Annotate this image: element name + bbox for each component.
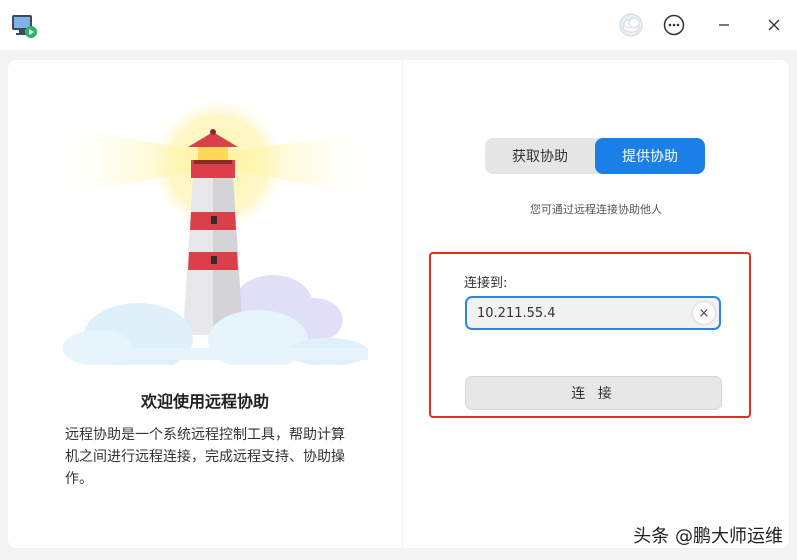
connect-button[interactable]: 连 接 [465,376,722,410]
assist-hint: 您可通过远程连接协助他人 [530,203,662,216]
remote-assistance-app-icon [12,15,37,38]
lighthouse-illustration [48,95,383,365]
title-bar [0,0,797,50]
clear-icon[interactable]: × [693,302,715,324]
watermark: 头条 @鹏大师运维 [633,526,783,547]
more-menu-icon[interactable] [659,10,689,40]
welcome-panel: 欢迎使用远程协助 远程协助是一个系统远程控制工具，帮助计算机之间进行远程连接，完… [8,60,402,548]
ip-address-field[interactable]: × [465,296,721,330]
assist-panel: 获取协助 提供协助 您可通过远程连接协助他人 连接到: × 连 接 [403,60,789,548]
assist-mode-tabs: 获取协助 提供协助 [485,138,705,174]
ip-address-input[interactable] [477,298,677,328]
connect-to-label: 连接到: [464,276,508,291]
tab-get-assistance[interactable]: 获取协助 [485,138,595,174]
cloud-avatar-icon[interactable] [616,10,646,40]
close-icon[interactable] [759,10,789,40]
welcome-description: 远程协助是一个系统远程控制工具，帮助计算机之间进行远程连接，完成远程支持、协助操… [65,427,345,487]
minimize-icon[interactable] [709,10,739,40]
welcome-title: 欢迎使用远程协助 [140,392,269,411]
tab-give-assistance[interactable]: 提供协助 [595,138,705,174]
